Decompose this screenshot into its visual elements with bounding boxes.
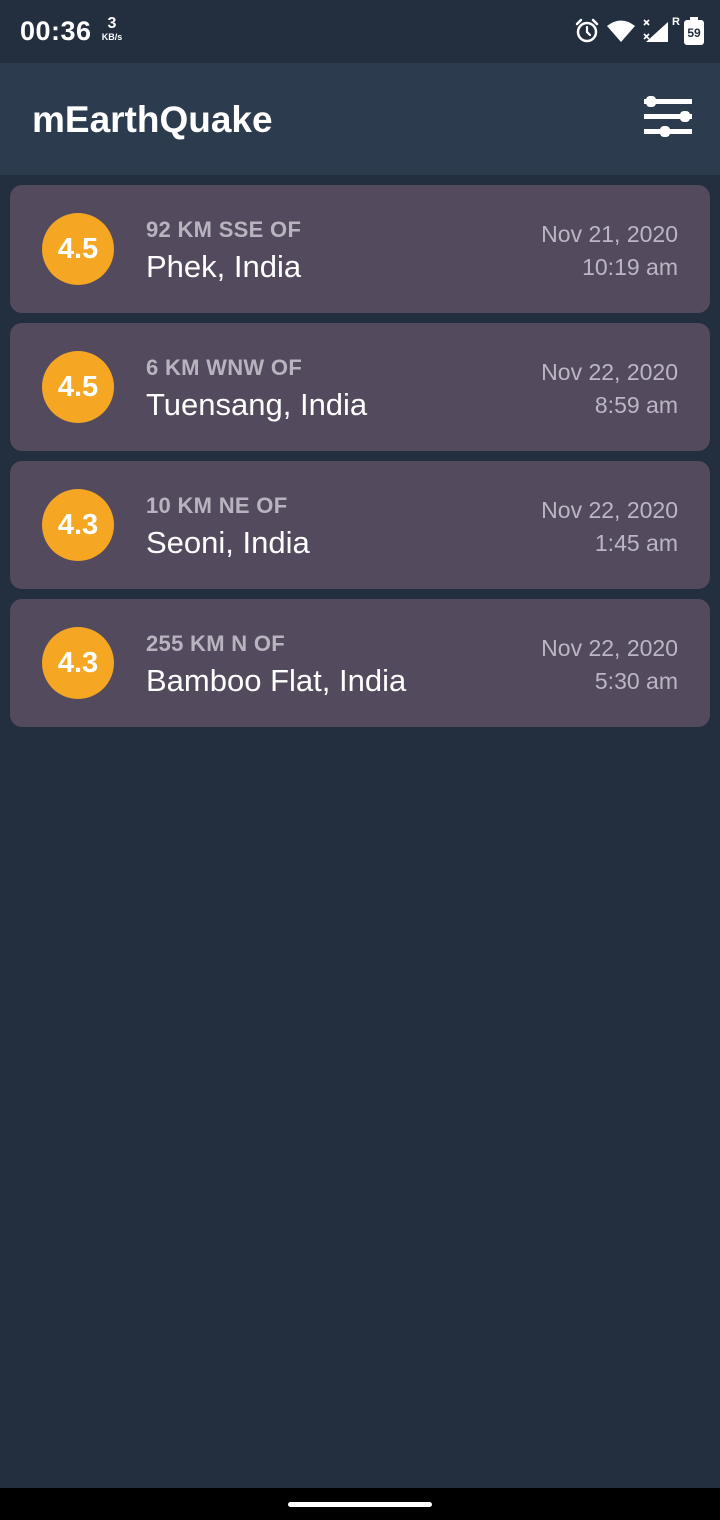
status-time: 00:36 (20, 16, 92, 46)
magnitude-badge: 4.5 (42, 351, 114, 423)
network-speed-unit: KB/s (101, 32, 123, 42)
battery-cap (690, 17, 698, 21)
wifi-icon (606, 19, 636, 43)
sliders-icon (643, 95, 693, 144)
location-offset: 92 KM SSE OF (146, 217, 302, 242)
list-item[interactable]: 4.3 255 KM N OF Bamboo Flat, India Nov 2… (10, 599, 710, 727)
location-offset: 6 KM WNW OF (146, 355, 303, 380)
quake-time: 5:30 am (594, 668, 678, 694)
primary-location: Bamboo Flat, India (146, 663, 407, 698)
network-speed: 3 KB/s (96, 16, 128, 42)
quake-date: Nov 21, 2020 (541, 221, 678, 247)
earthquake-list: 4.5 92 KM SSE OF Phek, India Nov 21, 202… (10, 185, 710, 737)
location-offset: 255 KM N OF (146, 631, 285, 656)
battery-level: 59 (687, 26, 701, 40)
status-icons: R 59 (574, 16, 704, 46)
quake-date: Nov 22, 2020 (541, 497, 678, 523)
home-indicator[interactable] (288, 1502, 432, 1507)
app-title: mEarthQuake (32, 99, 273, 140)
quake-date: Nov 22, 2020 (541, 359, 678, 385)
quake-time: 10:19 am (582, 254, 678, 280)
magnitude-badge: 4.5 (42, 213, 114, 285)
list-item[interactable]: 4.5 92 KM SSE OF Phek, India Nov 21, 202… (10, 185, 710, 313)
network-speed-value: 3 (107, 15, 117, 32)
list-item[interactable]: 4.5 6 KM WNW OF Tuensang, India Nov 22, … (10, 323, 710, 451)
battery-icon: 59 (684, 17, 704, 45)
status-bar: 00:36 3 KB/s R 59 (0, 0, 720, 63)
magnitude-badge: 4.3 (42, 489, 114, 561)
signal-icon: R (642, 16, 680, 44)
filter-button[interactable] (640, 91, 696, 147)
list-item[interactable]: 4.3 10 KM NE OF Seoni, India Nov 22, 202… (10, 461, 710, 589)
primary-location: Seoni, India (146, 525, 310, 560)
primary-location: Phek, India (146, 249, 302, 284)
alarm-icon (574, 18, 600, 44)
quake-time: 1:45 am (594, 530, 678, 556)
signal-roaming-label: R (672, 16, 680, 28)
navigation-bar (0, 1488, 720, 1520)
magnitude-badge: 4.3 (42, 627, 114, 699)
quake-date: Nov 22, 2020 (541, 635, 678, 661)
quake-time: 8:59 am (594, 392, 678, 418)
app-bar: mEarthQuake (0, 63, 720, 175)
primary-location: Tuensang, India (146, 387, 368, 422)
location-offset: 10 KM NE OF (146, 493, 288, 518)
